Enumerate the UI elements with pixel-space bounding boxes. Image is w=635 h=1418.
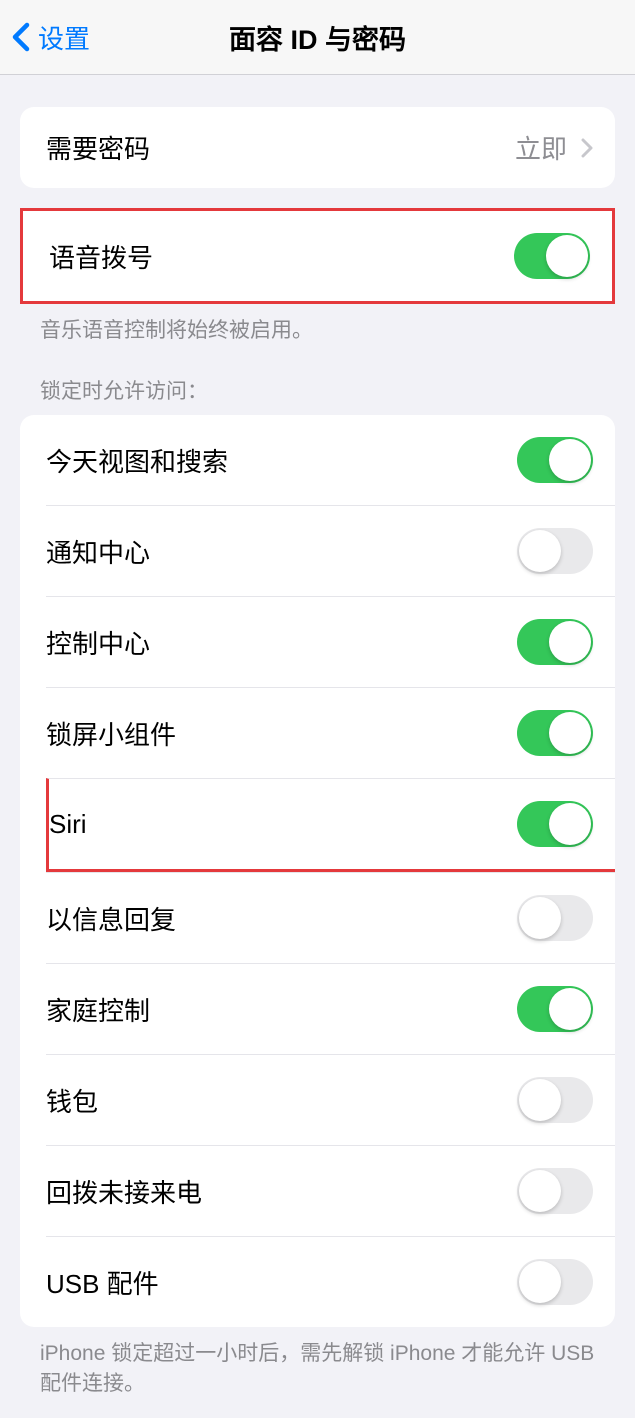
usb-footer: iPhone 锁定超过一小时后，需先解锁 iPhone 才能允许 USB 配件连… [40,1339,595,1398]
access-toggle[interactable] [517,1077,593,1123]
toggle-knob [519,897,561,939]
require-passcode-group: 需要密码 立即 [20,107,615,188]
toggle-knob [519,1261,561,1303]
access-row-label: 回拨未接来电 [46,1173,202,1210]
access-row-label: 今天视图和搜索 [46,442,228,479]
access-row-label: 锁屏小组件 [46,715,176,752]
access-row-label: 控制中心 [46,624,150,661]
access-row-label: 以信息回复 [46,900,176,937]
toggle-knob [549,712,591,754]
access-row: 锁屏小组件 [46,687,615,778]
toggle-knob [549,439,591,481]
access-row: 通知中心 [46,505,615,596]
access-row: 控制中心 [46,596,615,687]
access-toggle[interactable] [517,437,593,483]
toggle-knob [549,988,591,1030]
access-toggle[interactable] [517,986,593,1032]
access-row-label: Siri [49,809,87,840]
access-toggle[interactable] [517,895,593,941]
chevron-left-icon [12,22,30,52]
page-title: 面容 ID 与密码 [229,18,406,57]
access-row: 钱包 [46,1054,615,1145]
access-row: 回拨未接来电 [46,1145,615,1236]
voice-dial-toggle[interactable] [514,233,590,279]
navigation-bar: 设置 面容 ID 与密码 [0,0,635,75]
voice-dial-footer: 音乐语音控制将始终被启用。 [40,316,595,345]
toggle-knob [549,621,591,663]
access-row-label: 家庭控制 [46,991,150,1028]
access-row-label: 通知中心 [46,533,150,570]
chevron-right-icon [581,138,593,158]
voice-dial-highlight: 语音拨号 [20,208,615,304]
access-toggle[interactable] [517,710,593,756]
toggle-knob [549,803,591,845]
access-row-label: USB 配件 [46,1264,159,1301]
access-row-label: 钱包 [46,1082,98,1119]
require-passcode-row[interactable]: 需要密码 立即 [20,107,615,188]
access-toggle[interactable] [517,801,593,847]
toggle-knob [519,1170,561,1212]
require-passcode-value: 立即 [515,129,593,166]
toggle-knob [519,530,561,572]
access-row: Siri [46,778,615,872]
access-row: USB 配件 [46,1236,615,1327]
access-toggle[interactable] [517,619,593,665]
access-toggle[interactable] [517,1168,593,1214]
access-row: 家庭控制 [46,963,615,1054]
access-toggle[interactable] [517,1259,593,1305]
access-row: 以信息回复 [46,872,615,963]
access-when-locked-group: 今天视图和搜索通知中心控制中心锁屏小组件 Siri 以信息回复家庭控制钱包回拨未接来… [20,415,615,1327]
back-label: 设置 [38,19,90,56]
access-toggle[interactable] [517,528,593,574]
back-button[interactable]: 设置 [0,19,90,56]
toggle-knob [519,1079,561,1121]
voice-dial-label: 语音拨号 [49,238,153,275]
toggle-knob [546,235,588,277]
voice-dial-row: 语音拨号 [23,211,612,301]
access-header: 锁定时允许访问： [40,375,595,405]
require-passcode-label: 需要密码 [46,129,150,166]
access-row: 今天视图和搜索 [20,415,615,505]
